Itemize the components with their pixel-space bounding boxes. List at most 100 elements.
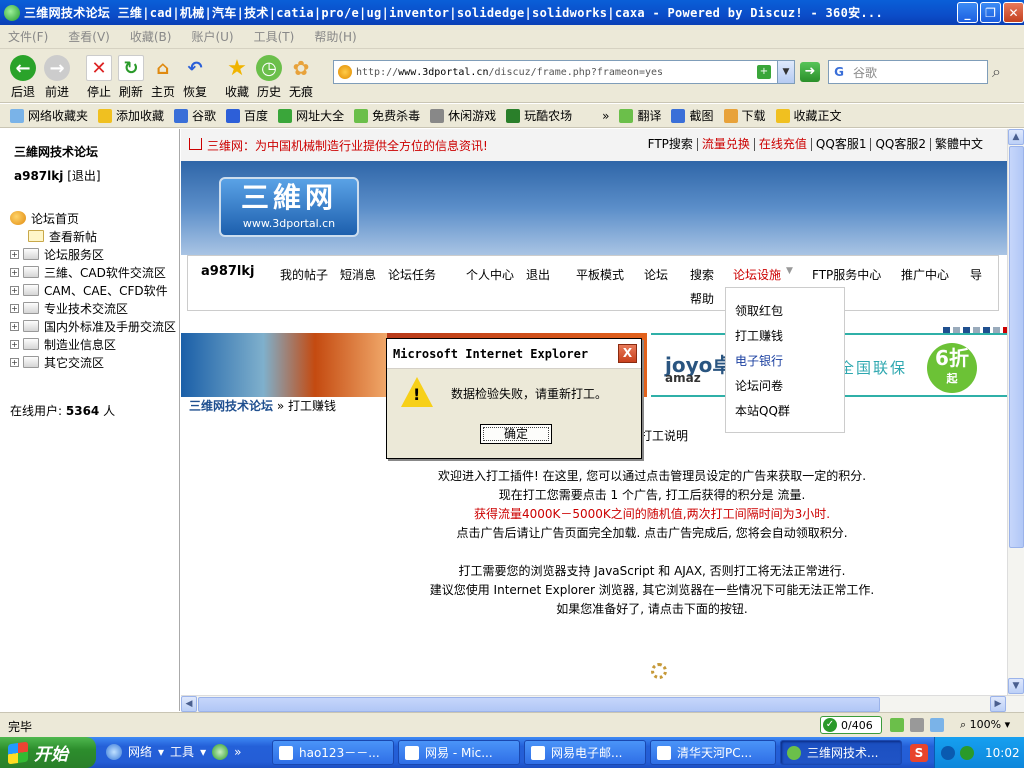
- link-qq-service-1[interactable]: QQ客服1: [810, 138, 871, 151]
- expand-icon[interactable]: +: [10, 285, 19, 295]
- window-title-bar[interactable]: 三维网技术论坛 三维|cad|机械|汽车|技术|catia|pro/e|ug|i…: [0, 0, 1024, 25]
- incognito-button[interactable]: ✿ 无痕: [284, 55, 318, 100]
- search-magnifier-button[interactable]: ⌕: [992, 62, 1012, 82]
- nav-forum-tasks[interactable]: 论坛任务: [388, 266, 436, 283]
- fav-tool-screenshot[interactable]: 截图: [671, 107, 714, 124]
- vertical-scroll-thumb[interactable]: [1009, 146, 1024, 548]
- menu-item-forum-survey[interactable]: 论坛问卷: [735, 377, 783, 394]
- address-bar[interactable]: http://www.3dportal.cn/discuz/frame.php?…: [333, 60, 795, 84]
- nav-my-posts[interactable]: 我的帖子: [280, 266, 328, 283]
- ime-s-icon[interactable]: S: [910, 744, 928, 762]
- task-netease-mail[interactable]: 网易电子邮...: [524, 740, 646, 765]
- link-ftp-search[interactable]: FTP搜索: [644, 138, 697, 151]
- menu-account[interactable]: 账户(U): [191, 28, 233, 45]
- minimize-button[interactable]: _: [957, 2, 978, 23]
- nav-promotion-center[interactable]: 推广中心: [901, 266, 949, 283]
- clock[interactable]: 10:02: [985, 746, 1020, 760]
- vertical-scrollbar[interactable]: ▲ ▼: [1007, 129, 1024, 695]
- menu-favorites[interactable]: 收藏(B): [130, 28, 172, 45]
- favorites-button[interactable]: ★ 收藏: [220, 55, 254, 100]
- nav-help[interactable]: 帮助: [690, 290, 714, 307]
- nav-guide[interactable]: 导: [970, 266, 982, 283]
- stop-button[interactable]: ✕ 停止: [82, 55, 116, 100]
- tree-item-service-area[interactable]: + 论坛服务区: [10, 245, 176, 263]
- scroll-up-button[interactable]: ▲: [1008, 129, 1024, 145]
- fav-tool-download[interactable]: 下载: [723, 107, 766, 124]
- go-button[interactable]: ➜: [800, 62, 820, 82]
- tree-item-forum-home[interactable]: 论坛首页: [10, 209, 176, 227]
- close-window-button[interactable]: ✕: [1003, 2, 1024, 23]
- tree-item-manufacturing-info[interactable]: + 制造业信息区: [10, 335, 176, 353]
- network-icon[interactable]: [106, 743, 122, 760]
- fav-tool-translate[interactable]: 翻译: [619, 107, 661, 124]
- tree-item-new-posts[interactable]: 查看新帖: [10, 227, 176, 245]
- fav-item-casual-games[interactable]: 休闲游戏: [430, 107, 496, 124]
- fav-item-net-favorites[interactable]: 网络收藏夹: [10, 107, 88, 124]
- link-traditional-chinese[interactable]: 繁體中文: [929, 138, 987, 151]
- fav-item-add-favorite[interactable]: 添加收藏: [98, 107, 164, 124]
- expand-icon[interactable]: +: [10, 267, 19, 277]
- link-online-recharge[interactable]: 在线充值: [753, 138, 811, 151]
- quick-tools[interactable]: 工具: [170, 743, 194, 760]
- menu-item-claim-redpacket[interactable]: 领取红包: [735, 302, 783, 319]
- home-button[interactable]: ⌂ 主页: [146, 55, 180, 100]
- scroll-down-button[interactable]: ▼: [1008, 678, 1024, 694]
- expand-icon[interactable]: +: [10, 249, 19, 259]
- dialog-ok-button[interactable]: 确定: [480, 424, 552, 444]
- history-button[interactable]: ◷ 历史: [252, 55, 286, 100]
- status-counter[interactable]: ✓ 0/406: [820, 716, 882, 734]
- back-button[interactable]: ← 后退: [6, 55, 40, 100]
- menu-file[interactable]: 文件(F): [8, 28, 48, 45]
- fav-item-farm[interactable]: 玩酷农场: [506, 107, 572, 124]
- nav-ftp-center[interactable]: FTP服务中心: [812, 266, 881, 283]
- nav-logout[interactable]: 退出: [526, 266, 550, 283]
- favbar-overflow-chevron[interactable]: »: [602, 109, 609, 123]
- fav-item-baidu[interactable]: 百度: [226, 107, 268, 124]
- tree-item-standards[interactable]: + 国内外标准及手册交流区: [10, 317, 176, 335]
- nav-messages[interactable]: 短消息: [340, 266, 376, 283]
- tree-item-cad-software[interactable]: + 三維、CAD软件交流区: [10, 263, 176, 281]
- nav-tablet-mode[interactable]: 平板模式: [576, 266, 624, 283]
- menu-item-e-bank[interactable]: 电子银行: [735, 352, 783, 369]
- link-traffic-exchange[interactable]: 流量兑换: [696, 138, 754, 151]
- browser-quick-icon[interactable]: [212, 743, 229, 760]
- zoom-level[interactable]: ⌕ 100% ▾: [960, 718, 1010, 732]
- breadcrumb-home-link[interactable]: 三维网技术论坛: [189, 399, 273, 413]
- tree-item-other[interactable]: + 其它交流区: [10, 353, 176, 371]
- status-document-icon[interactable]: [910, 718, 924, 732]
- menu-help[interactable]: 帮助(H): [314, 28, 356, 45]
- expand-icon[interactable]: +: [10, 339, 19, 349]
- menu-view[interactable]: 查看(V): [68, 28, 110, 45]
- task-tsinghua-tianhe[interactable]: 清华天河PC...: [650, 740, 776, 765]
- quick-network[interactable]: 网络: [128, 743, 152, 760]
- scroll-left-button[interactable]: ◀: [181, 696, 197, 712]
- start-button[interactable]: 开始: [0, 737, 96, 768]
- link-qq-service-2[interactable]: QQ客服2: [870, 138, 930, 151]
- task-netease[interactable]: 网易 - Mic...: [398, 740, 520, 765]
- site-logo[interactable]: 三維网 www.3dportal.cn: [219, 177, 359, 237]
- nav-personal-center[interactable]: 个人中心: [466, 266, 514, 283]
- expand-icon[interactable]: +: [10, 321, 19, 331]
- address-url[interactable]: http://www.3dportal.cn/discuz/frame.php?…: [356, 67, 757, 78]
- nav-forum-facilities[interactable]: 论坛设施: [733, 266, 781, 283]
- forward-button[interactable]: → 前进: [40, 55, 74, 100]
- scroll-right-button[interactable]: ▶: [990, 696, 1006, 712]
- status-image-icon[interactable]: [890, 718, 904, 732]
- search-box[interactable]: G 谷歌: [828, 60, 988, 84]
- ad-banner-machinery-image[interactable]: [181, 333, 387, 397]
- fav-item-google[interactable]: 谷歌: [174, 107, 216, 124]
- tree-item-cam-cae-cfd[interactable]: + CAM、CAE、CFD软件: [10, 281, 176, 299]
- tree-item-professional-tech[interactable]: + 专业技术交流区: [10, 299, 176, 317]
- task-3dportal[interactable]: 三维网技术...: [780, 740, 902, 765]
- expand-icon[interactable]: +: [10, 357, 19, 367]
- task-hao123[interactable]: hao123－－...: [272, 740, 394, 765]
- nav-username[interactable]: a987lkj: [201, 264, 254, 279]
- dialog-title-bar[interactable]: Microsoft Internet Explorer X: [387, 339, 641, 369]
- horizontal-scroll-thumb[interactable]: [198, 697, 880, 712]
- restore-button[interactable]: ❐: [980, 2, 1001, 23]
- sidebar-username[interactable]: a987lkj: [14, 169, 63, 183]
- address-dropdown-button[interactable]: ▼: [777, 61, 794, 83]
- sidebar-logout-link[interactable]: [退出]: [67, 169, 100, 183]
- tray-arrow-icon[interactable]: [941, 745, 955, 760]
- status-sound-icon[interactable]: [930, 718, 944, 732]
